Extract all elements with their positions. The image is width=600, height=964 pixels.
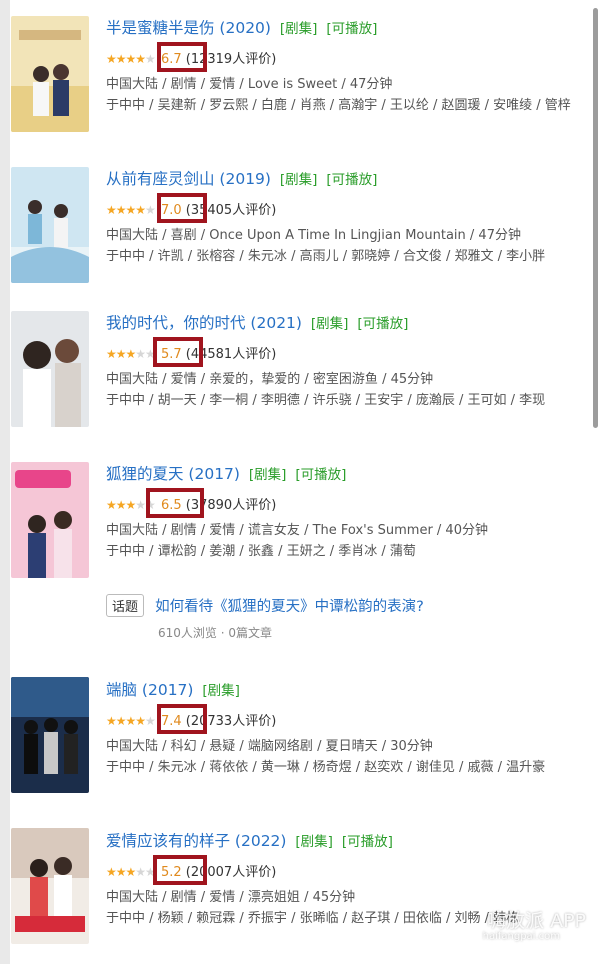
item-info: 狐狸的夏天 (2017) [剧集] [可播放] ★★★★★ 6.5 (37890… <box>106 463 600 562</box>
highlight-box <box>146 488 204 518</box>
tag-playable[interactable]: [可播放] <box>295 467 346 483</box>
item-cast: 于中中 / 谭松韵 / 姜潮 / 张鑫 / 王妍之 / 季肖冰 / 蒲萄 <box>106 544 416 559</box>
item-cast: 于中中 / 吴建新 / 罗云熙 / 白鹿 / 肖燕 / 高瀚宇 / 王以纶 / … <box>106 98 571 113</box>
star-rating-icon: ★★★★★ <box>106 347 156 361</box>
item-info: 半是蜜糖半是伤 (2020) [剧集] [可播放] ★★★★★ 6.7 (123… <box>106 17 600 116</box>
item-info: 从前有座灵剑山 (2019) [剧集] [可播放] ★★★★★ 7.0 (354… <box>106 168 600 267</box>
poster-image[interactable] <box>11 677 89 793</box>
tag-series[interactable]: [剧集] <box>295 834 333 850</box>
item-title[interactable]: 半是蜜糖半是伤 (2020) <box>106 19 271 37</box>
star-rating-icon: ★★★★★ <box>106 52 156 66</box>
highlight-box <box>157 42 207 72</box>
star-rating-icon: ★★★★★ <box>106 203 156 217</box>
topic-tag[interactable]: 话题 <box>106 594 145 617</box>
poster-image[interactable] <box>11 828 89 944</box>
highlight-box <box>157 193 207 223</box>
item-meta: 中国大陆 / 剧情 / 爱情 / Love is Sweet / 47分钟 <box>106 77 393 92</box>
watermark-url: haifangpai.com <box>482 931 560 942</box>
topic-stats: 610人浏览 · 0篇文章 <box>158 626 272 640</box>
poster-image[interactable] <box>11 462 89 578</box>
star-rating-icon: ★★★★★ <box>106 865 156 879</box>
rating-line: ★★★★★ 6.7 (12319人评价) <box>106 42 600 72</box>
tag-playable[interactable]: [可播放] <box>357 316 408 332</box>
item-info: 端脑 (2017) [剧集] ★★★★★ 7.4 (20733人评价) 中国大陆… <box>106 679 600 778</box>
rating-line: ★★★★★ 5.2 (20007人评价) <box>106 855 600 885</box>
tag-series[interactable]: [剧集] <box>280 172 318 188</box>
highlight-box <box>153 855 207 885</box>
poster-image[interactable] <box>11 311 89 427</box>
tag-playable[interactable]: [可播放] <box>326 172 377 188</box>
highlight-box <box>153 337 203 367</box>
topic-block: 话题 如何看待《狐狸的夏天》中谭松韵的表演? 610人浏览 · 0篇文章 <box>106 594 424 640</box>
rating-line: ★★★★★ 7.4 (20733人评价) <box>106 704 600 734</box>
watermark-logo: 嗨放派 APP <box>487 910 586 932</box>
item-meta: 中国大陆 / 喜剧 / Once Upon A Time In Lingjian… <box>106 228 521 243</box>
tag-series[interactable]: [剧集] <box>249 467 287 483</box>
item-title[interactable]: 狐狸的夏天 (2017) <box>106 465 240 483</box>
poster-image[interactable] <box>11 16 89 132</box>
star-rating-icon: ★★★★★ <box>106 714 156 728</box>
rating-line: ★★★★★ 5.7 (44581人评价) <box>106 337 600 367</box>
tag-series[interactable]: [剧集] <box>280 21 318 37</box>
item-title[interactable]: 端脑 (2017) <box>106 681 193 699</box>
item-meta: 中国大陆 / 爱情 / 亲爱的，挚爱的 / 密室困游鱼 / 45分钟 <box>106 372 434 387</box>
item-meta: 中国大陆 / 科幻 / 悬疑 / 端脑网络剧 / 夏日晴天 / 30分钟 <box>106 739 433 754</box>
rating-line: ★★★★★ 6.5 (37890人评价) <box>106 488 600 518</box>
topic-title[interactable]: 如何看待《狐狸的夏天》中谭松韵的表演? <box>155 599 424 615</box>
item-cast: 于中中 / 胡一天 / 李一桐 / 李明德 / 许乐骁 / 王安宇 / 庞瀚辰 … <box>106 393 546 408</box>
item-info: 我的时代，你的时代 (2021) [剧集] [可播放] ★★★★★ 5.7 (4… <box>106 312 600 411</box>
highlight-box <box>157 704 207 734</box>
tag-playable[interactable]: [可播放] <box>342 834 393 850</box>
rating-line: ★★★★★ 7.0 (35405人评价) <box>106 193 600 223</box>
item-meta: 中国大陆 / 剧情 / 爱情 / 漂亮姐姐 / 45分钟 <box>106 890 356 905</box>
item-title[interactable]: 从前有座灵剑山 (2019) <box>106 170 271 188</box>
left-edge-strip <box>0 0 10 964</box>
item-meta: 中国大陆 / 剧情 / 爱情 / 谎言女友 / The Fox's Summer… <box>106 523 488 538</box>
tag-series[interactable]: [剧集] <box>202 683 240 699</box>
item-cast: 于中中 / 许凯 / 张榕容 / 朱元冰 / 高雨儿 / 郭晓婷 / 合文俊 /… <box>106 249 546 264</box>
tag-series[interactable]: [剧集] <box>311 316 349 332</box>
tag-playable[interactable]: [可播放] <box>326 21 377 37</box>
item-title[interactable]: 我的时代，你的时代 (2021) <box>106 314 302 332</box>
item-cast: 于中中 / 朱元冰 / 蒋依依 / 黄一琳 / 杨奇煜 / 赵奕欢 / 谢佳见 … <box>106 760 546 775</box>
item-title[interactable]: 爱情应该有的样子 (2022) <box>106 832 286 850</box>
poster-image[interactable] <box>11 167 89 283</box>
